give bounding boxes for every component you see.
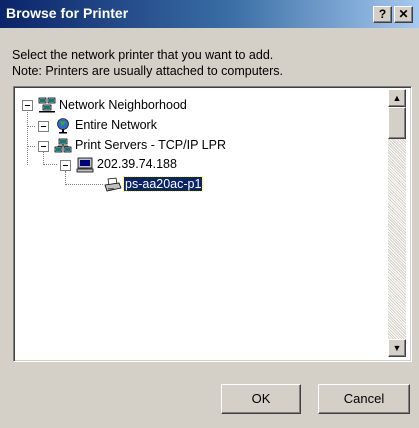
tree-connector [27, 110, 29, 165]
tree-connector [27, 146, 35, 148]
tree-connector [43, 164, 57, 166]
help-button[interactable]: ? [373, 6, 392, 23]
tree-connector [65, 171, 67, 185]
tree-connector [65, 184, 103, 186]
arrow-down-icon: ▼ [392, 343, 402, 353]
scroll-down-button[interactable]: ▼ [388, 339, 406, 357]
cancel-button[interactable]: Cancel [318, 384, 410, 414]
close-icon: ✕ [398, 7, 409, 21]
tree-node-label: Network Neighborhood [59, 98, 187, 112]
collapse-toggle[interactable] [22, 100, 33, 111]
tree-node-entire-network[interactable]: Entire Network [75, 117, 157, 133]
printer-tree-view[interactable]: Network Neighborhood Entire Network Prin… [13, 86, 412, 362]
computer-icon [76, 157, 94, 173]
tree-node-label: Entire Network [75, 118, 157, 132]
network-neighborhood-icon [38, 97, 56, 113]
arrow-up-icon: ▲ [392, 93, 402, 103]
tree-node-label: 202.39.74.188 [97, 157, 177, 171]
entire-network-globe-icon [57, 118, 69, 134]
ok-button[interactable]: OK [221, 384, 301, 414]
browse-for-printer-dialog: Browse for Printer ? ✕ Select the networ… [0, 0, 419, 428]
tree-node-label: Print Servers - TCP/IP LPR [75, 138, 226, 152]
collapse-toggle[interactable] [38, 121, 49, 132]
collapse-toggle[interactable] [60, 160, 71, 171]
instruction-line-2: Note: Printers are usually attached to c… [12, 64, 283, 78]
print-servers-icon [54, 138, 72, 153]
tree-node-network-neighborhood[interactable]: Network Neighborhood [59, 97, 187, 113]
printer-icon [104, 177, 122, 192]
tree-connector [43, 151, 45, 165]
tree-node-label: ps-aa20ac-p1 [122, 176, 204, 192]
scroll-thumb[interactable] [388, 107, 406, 139]
window-title: Browse for Printer [6, 5, 129, 21]
close-button[interactable]: ✕ [394, 6, 413, 23]
instruction-line-1: Select the network printer that you want… [12, 48, 274, 62]
title-bar[interactable]: Browse for Printer ? ✕ [0, 0, 419, 28]
tree-connector [27, 126, 35, 128]
tree-vertical-scrollbar[interactable]: ▲ ▼ [388, 89, 406, 357]
tree-node-print-servers[interactable]: Print Servers - TCP/IP LPR [75, 137, 226, 153]
scroll-up-button[interactable]: ▲ [388, 89, 406, 107]
collapse-toggle[interactable] [38, 141, 49, 152]
help-icon: ? [378, 7, 387, 21]
tree-node-host-ip[interactable]: 202.39.74.188 [97, 156, 177, 172]
instruction-text: Select the network printer that you want… [12, 47, 283, 79]
tree-node-printer[interactable]: ps-aa20ac-p1 [122, 176, 204, 192]
